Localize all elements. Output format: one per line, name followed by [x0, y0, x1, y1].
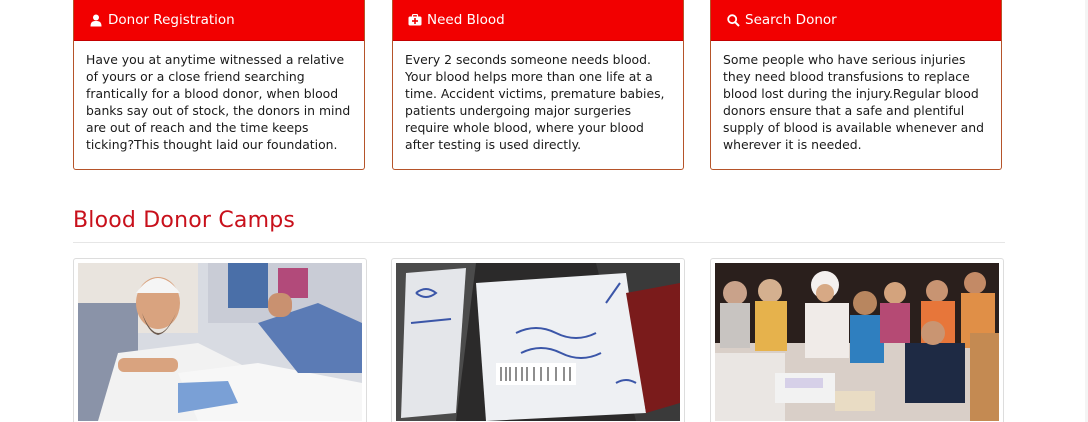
- card-search-donor: Search Donor Some people who have seriou…: [710, 0, 1002, 170]
- camp-photo-card[interactable]: [391, 258, 685, 422]
- section-title: Blood Donor Camps: [73, 208, 296, 233]
- camp-photo-blood-bags: [396, 263, 680, 421]
- user-icon: [89, 13, 103, 27]
- camp-photo-card[interactable]: [73, 258, 367, 422]
- card-header[interactable]: Need Blood: [393, 0, 683, 41]
- card-title: Need Blood: [427, 12, 505, 28]
- camp-photo-crowd: [715, 263, 999, 421]
- divider: [73, 242, 1005, 243]
- feature-cards: Donor Registration Have you at anytime w…: [73, 0, 1005, 172]
- page: Donor Registration Have you at anytime w…: [0, 0, 1088, 422]
- medkit-icon: [408, 13, 422, 27]
- card-text: Some people who have serious injuries th…: [723, 52, 984, 152]
- card-header[interactable]: Donor Registration: [74, 0, 364, 41]
- card-title: Search Donor: [745, 12, 837, 28]
- card-need-blood: Need Blood Every 2 seconds someone needs…: [392, 0, 684, 170]
- card-title: Donor Registration: [108, 12, 235, 28]
- search-icon: [726, 13, 740, 27]
- camp-photo-donor-chair: [78, 263, 362, 421]
- card-donor-registration: Donor Registration Have you at anytime w…: [73, 0, 365, 170]
- card-text: Have you at anytime witnessed a relative…: [86, 52, 351, 152]
- card-text: Every 2 seconds someone needs blood. You…: [405, 52, 665, 152]
- card-header[interactable]: Search Donor: [711, 0, 1001, 41]
- camp-photo-card[interactable]: [710, 258, 1004, 422]
